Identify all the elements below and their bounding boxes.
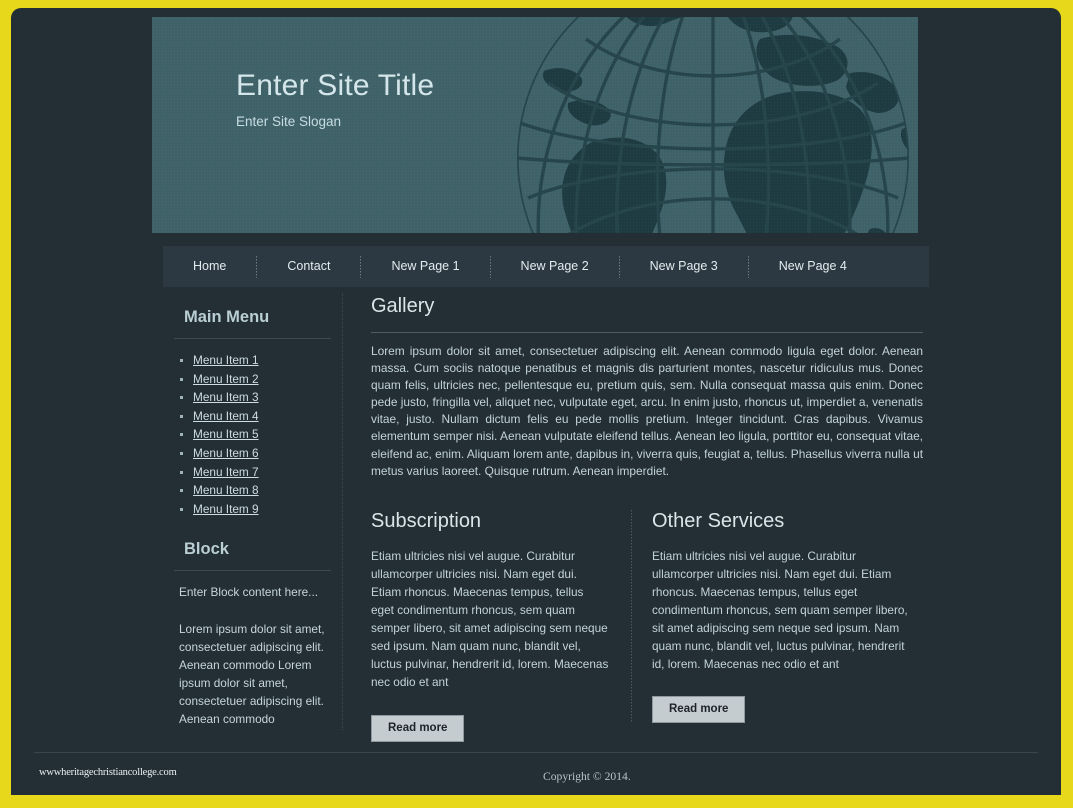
list-item[interactable]: Menu Item 1 bbox=[179, 351, 342, 370]
list-item[interactable]: Menu Item 7 bbox=[179, 463, 342, 482]
column-divider bbox=[631, 509, 632, 722]
page-frame: Enter Site Title Enter Site Slogan Home … bbox=[0, 0, 1073, 808]
banner-text-block: Enter Site Title Enter Site Slogan bbox=[236, 68, 434, 131]
sidebar-item-menu-item-8[interactable]: Menu Item 8 bbox=[193, 483, 259, 497]
block-intro-text: Enter Block content here... bbox=[179, 585, 319, 600]
sidebar-divider bbox=[174, 570, 331, 572]
nav-item-home[interactable]: Home bbox=[163, 246, 256, 287]
other-services-column: Other Services Etiam ultricies nisi vel … bbox=[652, 508, 908, 742]
globe-graphic bbox=[517, 17, 909, 233]
other-services-text: Etiam ultricies nisi vel augue. Curabitu… bbox=[652, 548, 908, 672]
site-slogan: Enter Site Slogan bbox=[236, 114, 342, 129]
list-item[interactable]: Menu Item 9 bbox=[179, 500, 342, 519]
list-item[interactable]: Menu Item 4 bbox=[179, 407, 342, 426]
nav-item-new-page-1[interactable]: New Page 1 bbox=[361, 246, 489, 287]
sidebar-item-menu-item-1[interactable]: Menu Item 1 bbox=[193, 353, 259, 367]
nav-item-new-page-2[interactable]: New Page 2 bbox=[491, 246, 619, 287]
header-banner: Enter Site Title Enter Site Slogan bbox=[152, 17, 918, 233]
other-services-read-more-button[interactable]: Read more bbox=[652, 696, 746, 724]
block-paragraph: Lorem ipsum dolor sit amet, consectetuer… bbox=[179, 622, 325, 727]
sidebar-item-menu-item-6[interactable]: Menu Item 6 bbox=[193, 446, 259, 460]
sidebar-block-heading: Block bbox=[184, 540, 229, 559]
sidebar-item-menu-item-9[interactable]: Menu Item 9 bbox=[193, 502, 259, 516]
nav-item-new-page-3[interactable]: New Page 3 bbox=[620, 246, 748, 287]
sidebar-divider bbox=[174, 338, 331, 339]
main-navigation: Home Contact New Page 1 New Page 2 New P… bbox=[163, 246, 929, 287]
list-item[interactable]: Menu Item 6 bbox=[179, 444, 342, 463]
subscription-text: Etiam ultricies nisi vel augue. Curabitu… bbox=[371, 548, 609, 690]
other-services-heading: Other Services bbox=[652, 509, 785, 532]
footer-copyright: Copyright © 2014. bbox=[543, 770, 631, 783]
sidebar-menu-list: Menu Item 1 Menu Item 2 Menu Item 3 Menu… bbox=[163, 351, 342, 518]
sidebar: Main Menu Menu Item 1 Menu Item 2 Menu I… bbox=[163, 293, 343, 730]
sidebar-item-menu-item-4[interactable]: Menu Item 4 bbox=[193, 409, 259, 423]
sidebar-item-menu-item-7[interactable]: Menu Item 7 bbox=[193, 465, 259, 479]
two-column-section: Subscription Etiam ultricies nisi vel au… bbox=[371, 508, 929, 742]
list-item[interactable]: Menu Item 8 bbox=[179, 481, 342, 500]
page-title: Enter Site Title bbox=[236, 69, 435, 102]
content-area: Main Menu Menu Item 1 Menu Item 2 Menu I… bbox=[163, 293, 929, 742]
gallery-divider bbox=[371, 332, 923, 333]
sidebar-main-menu-heading: Main Menu bbox=[184, 308, 270, 326]
subscription-heading: Subscription bbox=[371, 509, 482, 532]
list-item[interactable]: Menu Item 5 bbox=[179, 425, 342, 444]
page-body: Enter Site Title Enter Site Slogan Home … bbox=[11, 8, 1061, 795]
sidebar-item-menu-item-5[interactable]: Menu Item 5 bbox=[193, 427, 259, 441]
footer-watermark: wwwheritagechristiancollege.com bbox=[39, 767, 177, 778]
subscription-column: Subscription Etiam ultricies nisi vel au… bbox=[371, 508, 627, 742]
sidebar-block-body: Enter Block content here... Lorem ipsum … bbox=[163, 583, 342, 728]
subscription-read-more-button[interactable]: Read more bbox=[371, 714, 465, 742]
nav-item-new-page-4[interactable]: New Page 4 bbox=[749, 246, 877, 287]
footer: wwwheritagechristiancollege.com Copyrigh… bbox=[11, 753, 1061, 795]
sidebar-item-menu-item-3[interactable]: Menu Item 3 bbox=[193, 390, 259, 404]
gallery-text: Lorem ipsum dolor sit amet, consectetuer… bbox=[371, 344, 923, 478]
list-item[interactable]: Menu Item 2 bbox=[179, 370, 342, 389]
list-item[interactable]: Menu Item 3 bbox=[179, 388, 342, 407]
sidebar-item-menu-item-2[interactable]: Menu Item 2 bbox=[193, 372, 259, 386]
nav-item-contact[interactable]: Contact bbox=[257, 246, 360, 287]
main-content: Gallery Lorem ipsum dolor sit amet, cons… bbox=[371, 293, 929, 742]
gallery-heading: Gallery bbox=[371, 295, 435, 317]
